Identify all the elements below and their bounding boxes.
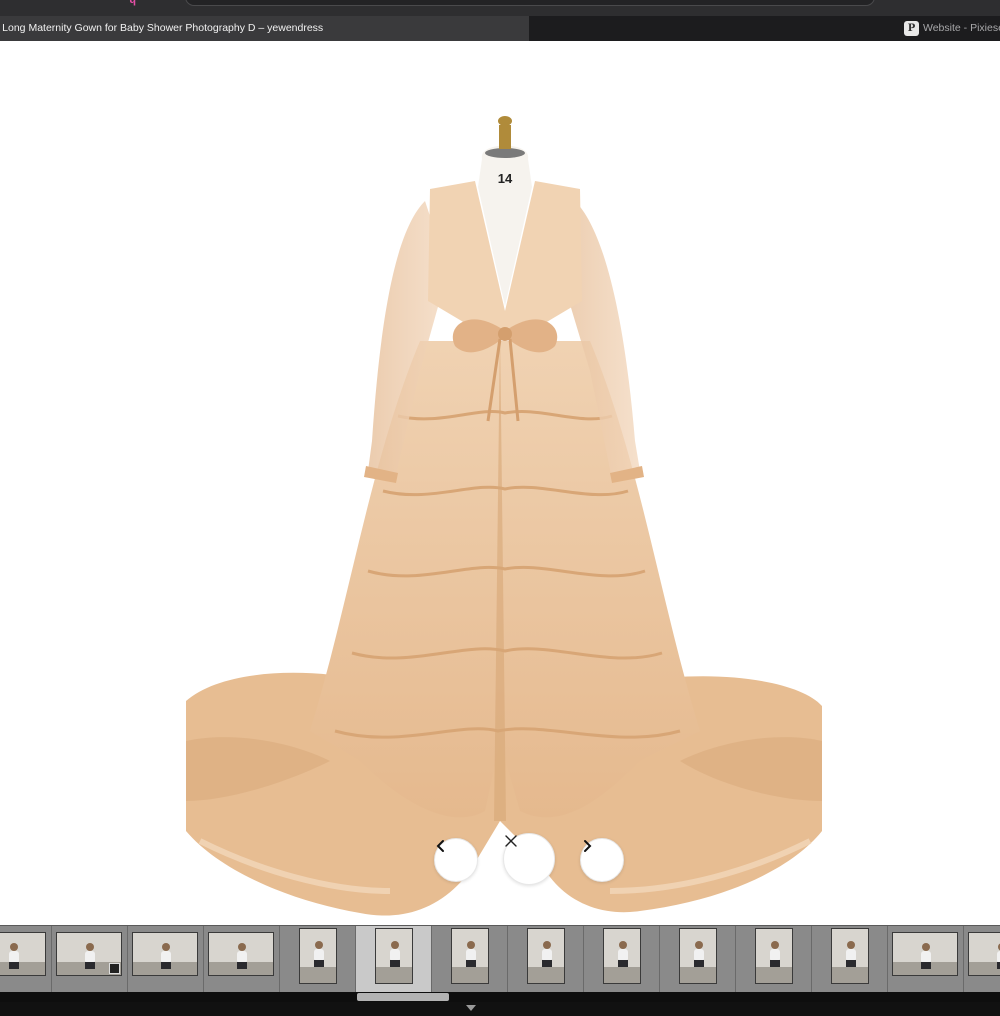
form-size-label: 14 [498,171,513,186]
thumbnail-image [375,928,413,984]
filmstrip-thumbnail[interactable] [356,926,432,992]
filmstrip-thumbnail[interactable] [0,926,52,992]
tab-inactive[interactable]: P Website - Pixiese [529,16,1000,41]
bookmark-icon[interactable]: ʮ [128,0,142,6]
image-viewer: 14 [0,41,1000,925]
address-bar[interactable] [185,0,875,6]
tab-active[interactable]: s Long Maternity Gown for Baby Shower Ph… [0,16,529,41]
filmstrip-thumbnail[interactable] [128,926,204,992]
thumbnail-image [527,928,565,984]
filmstrip-scrollbar-thumb[interactable] [357,993,449,1001]
filmstrip-scrollbar[interactable] [0,992,1000,1002]
filmstrip-thumbnail[interactable] [812,926,888,992]
thumbnail-image [968,932,1000,976]
filmstrip-thumbnail[interactable] [432,926,508,992]
product-image: 14 [186,116,822,916]
thumbnail-image [892,932,958,976]
thumbnail-image [755,928,793,984]
chevron-left-icon [436,840,444,852]
next-image-button[interactable] [580,838,624,882]
thumbnail-image [299,928,337,984]
thumbnail-image [132,932,198,976]
thumbnail-image [679,928,717,984]
thumbnail-image [56,932,122,976]
thumbnail-image [831,928,869,984]
tab-title: s Long Maternity Gown for Baby Shower Ph… [0,22,324,34]
filmstrip-thumbnail[interactable] [888,926,964,992]
filmstrip-thumbnail[interactable] [204,926,280,992]
bottom-bar [0,1002,1000,1016]
filmstrip-thumbnail[interactable] [508,926,584,992]
thumbnail-image [0,932,46,976]
filmstrip-thumbnail[interactable] [964,926,1000,992]
filmstrip-thumbnail[interactable] [736,926,812,992]
previous-image-button[interactable] [434,838,478,882]
close-viewer-button[interactable] [503,833,555,885]
close-icon [505,835,517,847]
thumbnail-filmstrip [0,925,1000,992]
tab-title: Website - Pixiese [923,22,1000,34]
favicon-icon: P [904,21,919,36]
thumbnail-image [208,932,274,976]
filmstrip-thumbnail[interactable] [584,926,660,992]
thumbnail-image [603,928,641,984]
chevron-down-icon[interactable] [466,1005,476,1011]
browser-toolbar: ʮ [0,0,1000,16]
filmstrip-thumbnail[interactable] [280,926,356,992]
edit-badge-icon [109,963,120,974]
filmstrip-thumbnail[interactable] [52,926,128,992]
thumbnail-image [451,928,489,984]
chevron-right-icon [584,840,592,852]
tab-strip: s Long Maternity Gown for Baby Shower Ph… [0,16,1000,41]
filmstrip-thumbnail[interactable] [660,926,736,992]
